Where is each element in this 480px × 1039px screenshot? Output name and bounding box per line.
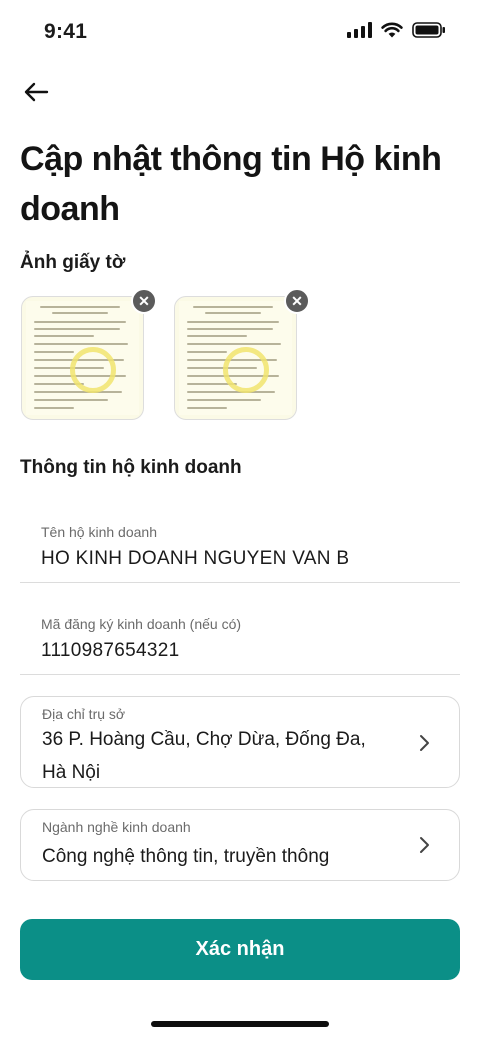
wifi-icon	[381, 22, 403, 38]
status-bar: 9:41	[0, 0, 480, 64]
close-icon: ✕	[291, 292, 303, 309]
home-indicator	[151, 1021, 329, 1027]
battery-icon	[412, 22, 445, 38]
divider	[20, 582, 460, 583]
chevron-right-icon	[420, 735, 429, 751]
chevron-right-icon	[420, 837, 429, 853]
status-icons	[347, 22, 446, 38]
cellular-signal-icon	[347, 22, 372, 38]
document-thumbnail-2[interactable]	[174, 296, 297, 420]
business-info-section-label: Thông tin hộ kinh doanh	[20, 457, 242, 478]
registration-code-value[interactable]: 1110987654321	[41, 640, 179, 662]
back-button[interactable]	[20, 78, 52, 106]
business-name-field[interactable]: Tên hộ kinh doanh HO KINH DOANH NGUYEN V…	[20, 510, 460, 585]
business-name-label: Tên hộ kinh doanh	[41, 524, 157, 540]
page-title: Cập nhật thông tin Hộ kinh doanh	[20, 140, 442, 228]
arrow-left-icon	[24, 82, 49, 102]
screen: 9:41 Cập nhật thông tin Hộ kinh doanh Ản…	[0, 0, 480, 1039]
divider	[20, 674, 460, 675]
industry-selector[interactable]: Ngành nghề kinh doanh Công nghệ thông ti…	[20, 809, 460, 881]
status-time: 9:41	[44, 20, 88, 43]
address-value: 36 P. Hoàng Cầu, Chợ Dừa, Đống Đa, Hà Nộ…	[42, 729, 366, 783]
industry-label: Ngành nghề kinh doanh	[42, 819, 191, 835]
documents-section-label: Ảnh giấy tờ	[20, 252, 126, 273]
document-image	[26, 301, 139, 415]
close-icon: ✕	[138, 292, 150, 309]
address-selector[interactable]: Địa chỉ trụ sở 36 P. Hoàng Cầu, Chợ Dừa,…	[20, 696, 460, 788]
remove-document-1-button[interactable]: ✕	[131, 288, 157, 314]
remove-document-2-button[interactable]: ✕	[284, 288, 310, 314]
document-thumbnail-1[interactable]	[21, 296, 144, 420]
industry-value: Công nghệ thông tin, truyền thông	[42, 846, 330, 867]
registration-code-label: Mã đăng ký kinh doanh (nếu có)	[41, 616, 242, 632]
business-name-value[interactable]: HO KINH DOANH NGUYEN VAN B	[41, 548, 349, 570]
registration-code-field[interactable]: Mã đăng ký kinh doanh (nếu có) 111098765…	[20, 602, 460, 677]
document-image	[179, 301, 292, 415]
confirm-button[interactable]: Xác nhận	[20, 919, 460, 980]
address-label: Địa chỉ trụ sở	[42, 706, 126, 722]
